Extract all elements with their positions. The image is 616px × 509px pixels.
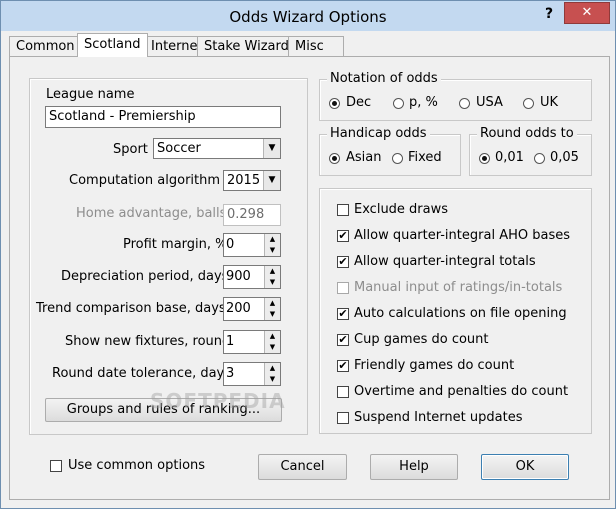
trend-label: Trend comparison base, days [36,301,226,316]
notation-group: Notation of odds Dec p, % USA UK [319,71,592,121]
sport-select[interactable]: Soccer ▼ [153,138,281,159]
quarter-totals-checkbox[interactable]: ✔ [337,256,349,268]
radio-uk[interactable] [523,98,534,109]
auto-calc-checkbox[interactable]: ✔ [337,308,349,320]
chevron-down-icon: ▼ [263,139,280,158]
trend-value: 200 [226,301,251,316]
trend-spinner[interactable]: 200 ▲ ▼ [223,297,281,321]
handicap-group: Handicap odds Asian Fixed [319,126,461,176]
quarter-totals-label[interactable]: Allow quarter-integral totals [354,254,536,269]
spin-down-icon[interactable]: ▼ [265,309,280,320]
league-name-label: League name [46,87,135,102]
help-button[interactable]: Help [370,454,458,480]
profit-margin-label: Profit margin, % [123,237,228,252]
exclude-draws-label[interactable]: Exclude draws [354,202,448,217]
depreciation-label: Depreciation period, days [61,269,229,284]
title-bar: Odds Wizard Options ? ✕ [1,1,615,31]
sport-label: Sport [113,142,148,157]
fixtures-label: Show new fixtures, rounds [65,334,238,349]
radio-asian[interactable] [329,153,340,164]
manual-input-label: Manual input of ratings/in-totals [354,280,563,295]
chevron-down-icon: ▼ [263,171,280,190]
cancel-button[interactable]: Cancel [258,454,347,480]
tab-misc[interactable]: Misc [288,36,344,56]
league-group: League name Scotland - Premiership Sport… [29,78,308,435]
radio-uk-label[interactable]: UK [540,95,558,110]
tab-scotland[interactable]: Scotland [77,33,148,57]
use-common-checkbox[interactable] [50,460,62,472]
home-advantage-input: 0.298 [223,204,281,226]
tolerance-spinner[interactable]: 3 ▲ ▼ [223,362,281,386]
close-button[interactable]: ✕ [564,2,610,24]
radio-usa-label[interactable]: USA [476,95,503,110]
profit-margin-value: 0 [226,237,235,252]
depreciation-spinner[interactable]: 900 ▲ ▼ [223,265,281,289]
overtime-label[interactable]: Overtime and penalties do count [354,384,568,399]
friendly-games-label[interactable]: Friendly games do count [354,358,514,373]
radio-asian-label[interactable]: Asian [346,150,381,165]
notation-legend: Notation of odds [327,71,441,86]
window-title: Odds Wizard Options [229,8,387,26]
ok-button[interactable]: OK [481,454,569,480]
quarter-aho-label[interactable]: Allow quarter-integral AHO bases [354,228,570,243]
spin-down-icon[interactable]: ▼ [265,277,280,288]
help-question-button[interactable]: ? [541,6,557,24]
exclude-draws-checkbox[interactable] [337,204,349,216]
radio-percent-label[interactable]: p, % [409,95,438,110]
radio-001[interactable] [479,153,490,164]
profit-margin-spinner[interactable]: 0 ▲ ▼ [223,233,281,257]
radio-dec[interactable] [329,98,340,109]
auto-calc-label[interactable]: Auto calculations on file opening [354,306,567,321]
radio-fixed-label[interactable]: Fixed [408,150,442,165]
tab-stake-wizard[interactable]: Stake Wizard [197,36,296,56]
radio-001-label[interactable]: 0,01 [495,150,524,165]
radio-dec-label[interactable]: Dec [346,95,371,110]
fixtures-spinner[interactable]: 1 ▲ ▼ [223,330,281,354]
home-advantage-label: Home advantage, balls [76,206,227,221]
cup-games-label[interactable]: Cup games do count [354,332,489,347]
round-odds-legend: Round odds to [477,126,577,141]
overtime-checkbox[interactable] [337,386,349,398]
radio-005[interactable] [534,153,545,164]
tab-panel: League name Scotland - Premiership Sport… [9,56,610,500]
options-group: Exclude draws ✔ Allow quarter-integral A… [319,188,592,434]
algorithm-select[interactable]: 2015 ▼ [223,170,281,191]
radio-fixed[interactable] [392,153,403,164]
groups-rules-button[interactable]: Groups and rules of ranking... [45,398,282,422]
radio-005-label[interactable]: 0,05 [550,150,579,165]
algorithm-label: Computation algorithm of [69,173,237,188]
algorithm-select-value: 2015 [227,173,261,188]
depreciation-value: 900 [226,269,251,284]
handicap-legend: Handicap odds [327,126,430,141]
use-common-label[interactable]: Use common options [68,458,205,473]
radio-usa[interactable] [459,98,470,109]
tolerance-label: Round date tolerance, days [52,366,232,381]
spin-down-icon[interactable]: ▼ [265,374,280,385]
spin-down-icon[interactable]: ▼ [265,245,280,256]
manual-input-checkbox [337,282,349,294]
round-odds-group: Round odds to 0,01 0,05 [469,126,592,176]
cup-games-checkbox[interactable]: ✔ [337,334,349,346]
tolerance-value: 3 [226,366,235,381]
quarter-aho-checkbox[interactable]: ✔ [337,230,349,242]
spin-down-icon[interactable]: ▼ [265,342,280,353]
league-name-input[interactable]: Scotland - Premiership [45,106,281,128]
sport-select-value: Soccer [157,141,201,156]
friendly-games-checkbox[interactable]: ✔ [337,360,349,372]
suspend-updates-label[interactable]: Suspend Internet updates [354,410,522,425]
suspend-updates-checkbox[interactable] [337,412,349,424]
dialog-window: Odds Wizard Options ? ✕ Common Scotland … [0,0,616,509]
tab-common[interactable]: Common [9,36,82,56]
radio-percent[interactable] [393,98,404,109]
fixtures-value: 1 [226,334,235,349]
